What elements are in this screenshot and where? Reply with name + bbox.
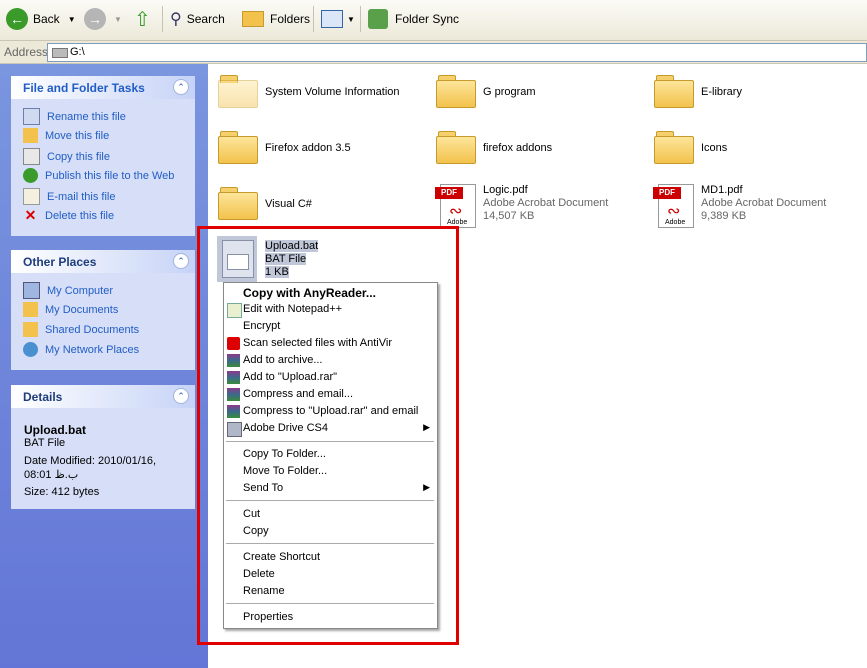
other-places-header[interactable]: Other Places ⌃ [11, 250, 195, 273]
menu-separator [226, 500, 434, 501]
details-size: Size: 412 bytes [24, 486, 100, 498]
globe-icon [23, 168, 38, 183]
winrar-icon [227, 354, 240, 367]
menu-separator [226, 603, 434, 604]
address-bar: Address G:\ [0, 41, 867, 64]
submenu-arrow-icon: ▶ [423, 422, 430, 432]
menu-item-encrypt[interactable]: Encrypt [224, 318, 437, 335]
menu-item-add-upload-rar[interactable]: Add to "Upload.rar" [224, 369, 437, 386]
menu-item-cut[interactable]: Cut [224, 506, 437, 523]
folder-icon [436, 130, 476, 164]
details-panel: Details ⌃ Upload.bat BAT File Date Modif… [11, 385, 195, 509]
menu-separator [226, 543, 434, 544]
copy-icon [23, 148, 40, 165]
folder-icon [436, 74, 476, 108]
file-tasks-panel: File and Folder Tasks ⌃ Rename this file… [11, 76, 195, 236]
menu-item-rename[interactable]: Rename [224, 583, 437, 600]
sync-icon [368, 9, 388, 29]
task-email[interactable]: E-mail this file [23, 188, 115, 205]
menu-item-edit-notepad[interactable]: Edit with Notepad++ [224, 301, 437, 318]
place-network[interactable]: My Network Places [23, 342, 139, 357]
folder-icon [218, 186, 258, 220]
task-delete[interactable]: ✕ Delete this file [23, 208, 114, 223]
up-folder-button[interactable]: ⇧ [134, 5, 151, 33]
folder-icon [654, 74, 694, 108]
folder-sync-button[interactable]: Folder Sync [368, 5, 459, 33]
folders-button[interactable]: Folders [242, 5, 310, 33]
task-move[interactable]: Move this file [23, 128, 109, 143]
task-rename[interactable]: Rename this file [23, 108, 126, 125]
back-arrow-icon: ← [6, 8, 28, 30]
chevron-down-icon[interactable]: ▼ [68, 15, 76, 24]
details-header[interactable]: Details ⌃ [11, 385, 195, 408]
chevron-down-icon: ▼ [347, 14, 355, 24]
file-tasks-header[interactable]: File and Folder Tasks ⌃ [11, 76, 195, 99]
delete-x-icon: ✕ [24, 207, 37, 223]
menu-item-compress-email[interactable]: Compress and email... [224, 386, 437, 403]
menu-item-move-to-folder[interactable]: Move To Folder... [224, 463, 437, 480]
collapse-icon[interactable]: ⌃ [173, 388, 189, 404]
menu-separator [226, 441, 434, 442]
details-type: BAT File [24, 437, 66, 449]
collapse-icon[interactable]: ⌃ [173, 253, 189, 269]
address-label: Address [4, 45, 49, 59]
menu-item-adobe-drive[interactable]: Adobe Drive CS4 ▶ [224, 420, 437, 437]
menu-item-copy-anyreader[interactable]: Copy with AnyReader... [224, 284, 437, 301]
winrar-icon [227, 371, 240, 384]
place-my-documents[interactable]: My Documents [23, 302, 118, 317]
views-button[interactable]: ▼ [321, 5, 355, 33]
notepad-icon [227, 303, 242, 318]
context-menu: Copy with AnyReader... Edit with Notepad… [223, 282, 438, 629]
menu-item-scan-antivir[interactable]: Scan selected files with AntiVir [224, 335, 437, 352]
adobe-drive-icon [227, 422, 242, 437]
address-value: G:\ [70, 46, 85, 58]
network-icon [23, 342, 38, 357]
other-places-panel: Other Places ⌃ My Computer My Documents … [11, 250, 195, 370]
menu-item-properties[interactable]: Properties [224, 609, 437, 626]
back-button[interactable]: ← Back ▼ [6, 5, 76, 33]
move-icon [23, 128, 38, 143]
forward-button[interactable]: → ▼ [84, 5, 122, 33]
collapse-icon[interactable]: ⌃ [173, 79, 189, 95]
search-icon: ⚲ [170, 11, 182, 28]
details-filename: Upload.bat [24, 423, 86, 437]
winrar-icon [227, 405, 240, 418]
search-button[interactable]: ⚲ Search [170, 5, 225, 33]
folder-icon [654, 130, 694, 164]
up-arrow-icon: ⇧ [134, 8, 151, 31]
details-modified: Date Modified: 2010/01/16, [24, 455, 157, 467]
pdf-icon: PDF ∾ Adobe [653, 184, 694, 228]
toolbar: ← Back ▼ → ▼ ⇧ ⚲ Search Folders ▼ Folder… [0, 0, 867, 41]
documents-folder-icon [23, 302, 38, 317]
drive-icon [52, 48, 68, 58]
submenu-arrow-icon: ▶ [423, 482, 430, 492]
folder-icon [218, 74, 258, 108]
menu-item-delete[interactable]: Delete [224, 566, 437, 583]
task-pane: File and Folder Tasks ⌃ Rename this file… [0, 64, 208, 668]
place-shared-documents[interactable]: Shared Documents [23, 322, 139, 337]
folder-icon [242, 11, 264, 27]
rename-icon [23, 108, 40, 125]
details-modified-time: 08:01 ب.ظ [24, 469, 79, 481]
folder-icon [218, 130, 258, 164]
chevron-down-icon[interactable]: ▼ [114, 15, 122, 24]
pdf-icon: PDF ∾ Adobe [435, 184, 476, 228]
winrar-icon [227, 388, 240, 401]
menu-item-copy[interactable]: Copy [224, 523, 437, 540]
task-copy[interactable]: Copy this file [23, 148, 110, 165]
menu-item-compress-rar-email[interactable]: Compress to "Upload.rar" and email [224, 403, 437, 420]
envelope-icon [23, 188, 40, 205]
menu-item-add-archive[interactable]: Add to archive... [224, 352, 437, 369]
antivir-icon [227, 337, 240, 350]
menu-item-send-to[interactable]: Send To ▶ [224, 480, 437, 497]
views-icon [321, 10, 343, 28]
place-my-computer[interactable]: My Computer [23, 282, 113, 299]
task-publish[interactable]: Publish this file to the Web [23, 168, 174, 183]
forward-arrow-icon: → [84, 8, 106, 30]
menu-item-copy-to-folder[interactable]: Copy To Folder... [224, 446, 437, 463]
menu-item-create-shortcut[interactable]: Create Shortcut [224, 549, 437, 566]
address-input[interactable]: G:\ [47, 43, 867, 62]
shared-folder-icon [23, 322, 38, 337]
computer-icon [23, 282, 40, 299]
